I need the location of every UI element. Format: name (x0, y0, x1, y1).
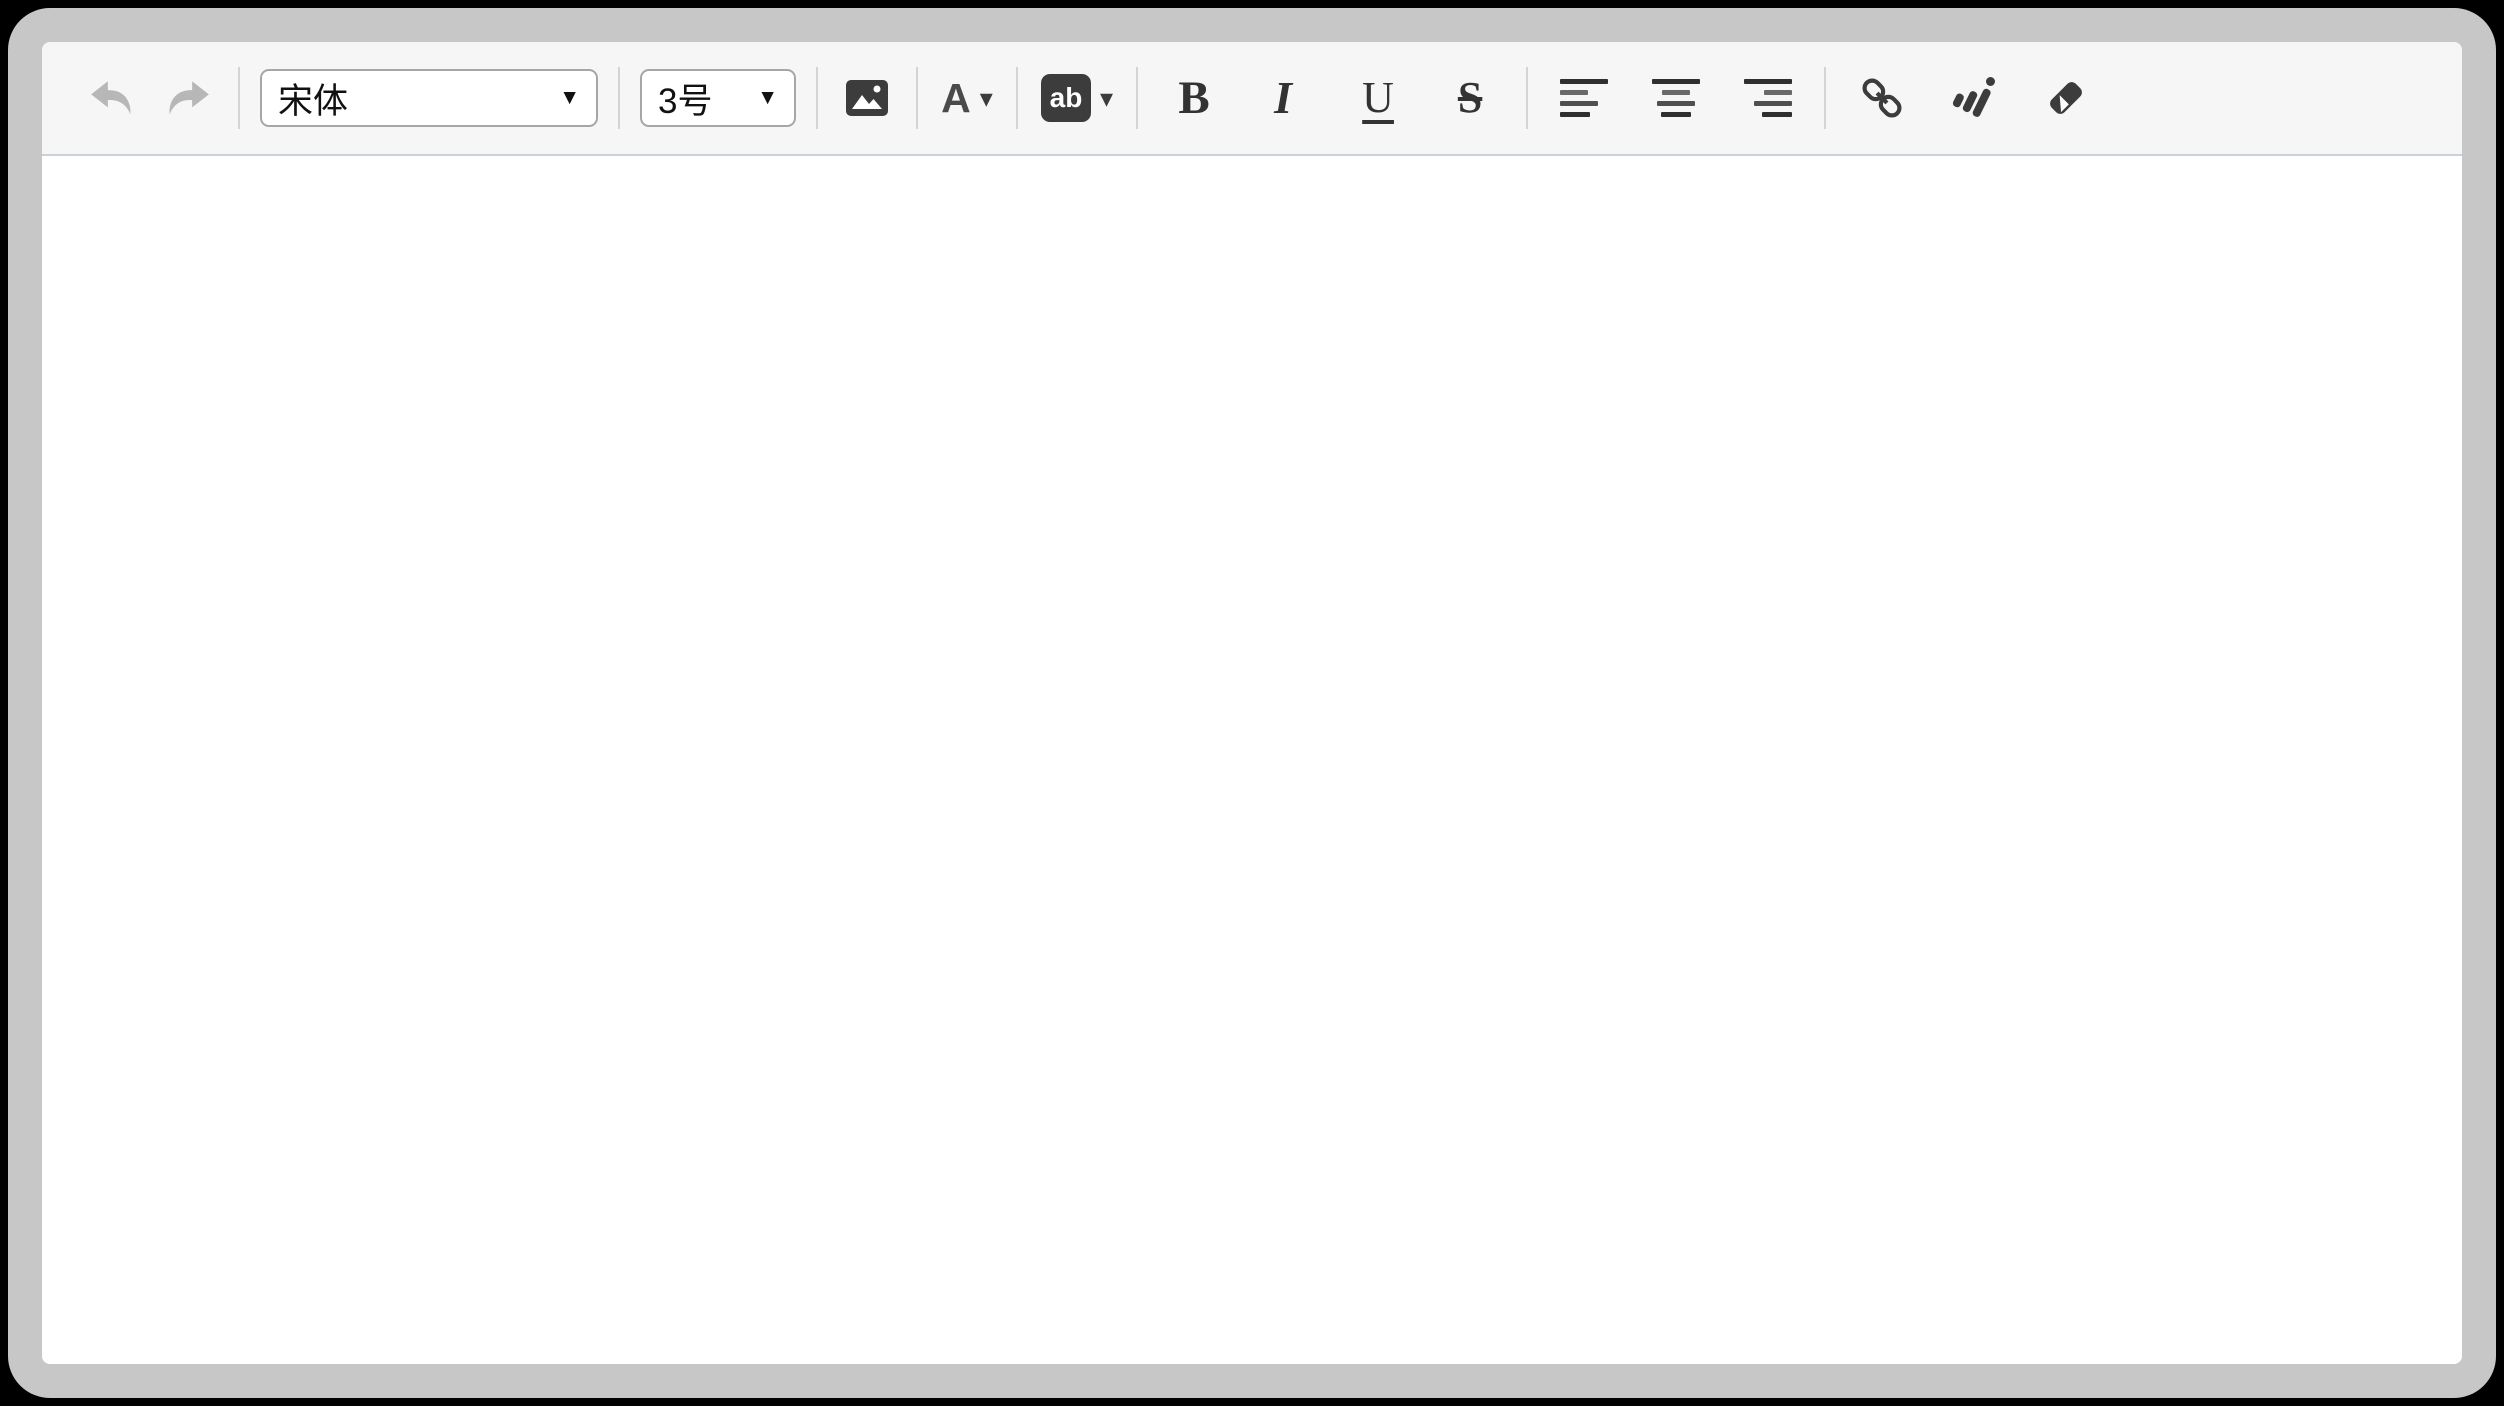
highlight-color-button[interactable]: ab ▾ (1041, 62, 1113, 134)
undo-icon (85, 75, 137, 121)
eraser-button[interactable] (2040, 62, 2092, 134)
redo-icon (163, 75, 215, 121)
dropdown-arrow-icon: ▼ (757, 86, 778, 110)
editor-content[interactable] (42, 156, 2462, 1364)
toolbar-separator (1136, 67, 1138, 129)
brush-icon (1950, 74, 1998, 122)
text-color-label: A (941, 78, 971, 119)
align-center-icon (1652, 79, 1700, 117)
font-size-value: 3号 (658, 73, 712, 124)
bold-button[interactable]: B (1168, 62, 1220, 134)
font-family-select[interactable]: 宋体 ▼ (260, 69, 598, 127)
caret-down-icon: ▾ (980, 85, 993, 111)
toolbar-separator (916, 67, 918, 129)
font-family-value: 宋体 (278, 73, 348, 124)
dropdown-arrow-icon: ▼ (559, 86, 580, 110)
toolbar-separator (1526, 67, 1528, 129)
eraser-icon (2042, 74, 2090, 122)
format-brush-button[interactable] (1948, 62, 2000, 134)
caret-down-icon: ▾ (1100, 85, 1113, 111)
text-color-button[interactable]: A ▾ (941, 62, 993, 134)
undo-button[interactable] (85, 62, 137, 134)
toolbar-separator (816, 67, 818, 129)
strikethrough-button[interactable]: S (1444, 62, 1496, 134)
align-right-button[interactable] (1742, 62, 1794, 134)
italic-button[interactable]: I (1260, 62, 1312, 134)
font-size-select[interactable]: 3号 ▼ (640, 69, 796, 127)
toolbar-separator (1824, 67, 1826, 129)
redo-button[interactable] (163, 62, 215, 134)
italic-label: I (1274, 75, 1298, 121)
toolbar-separator (618, 67, 620, 129)
highlight-icon: ab (1041, 74, 1091, 122)
editor-window: 宋体 ▼ 3号 ▼ (8, 8, 2496, 1398)
toolbar-separator (1016, 67, 1018, 129)
strikethrough-label: S (1458, 76, 1482, 120)
align-center-button[interactable] (1650, 62, 1702, 134)
align-left-button[interactable] (1558, 62, 1610, 134)
toolbar-separator (238, 67, 240, 129)
insert-image-button[interactable] (841, 62, 893, 134)
align-right-icon (1744, 79, 1792, 117)
image-icon (843, 74, 891, 122)
underline-button[interactable]: U (1352, 62, 1404, 134)
bold-label: B (1178, 75, 1209, 122)
insert-link-button[interactable] (1856, 62, 1908, 134)
editor-toolbar: 宋体 ▼ 3号 ▼ (42, 42, 2462, 156)
underline-label: U (1362, 76, 1394, 120)
link-icon (1858, 74, 1906, 122)
align-left-icon (1560, 79, 1608, 117)
